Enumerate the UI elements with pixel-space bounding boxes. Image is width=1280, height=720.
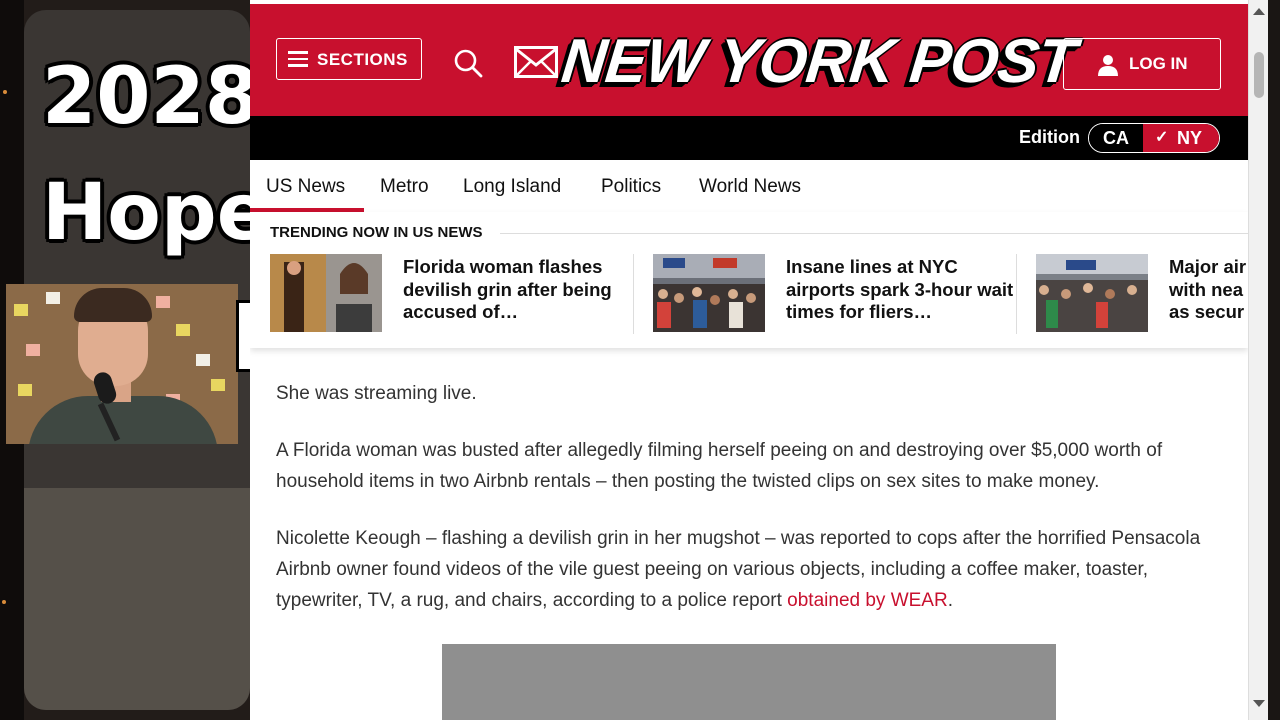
sticky-note [14,304,28,316]
edition-toggle: CA ✓ NY [1088,123,1220,153]
trending-headline[interactable]: Major air with nea as secur [1169,256,1249,324]
trending-separator [633,254,634,334]
overlay-title-fragment [236,300,250,372]
trending-strip: TRENDING NOW IN US NEWS Florida woman fl… [250,212,1248,348]
article-paragraph: A Florida woman was busted after alleged… [276,440,1163,492]
search-icon[interactable] [453,48,483,78]
site-header: SECTIONS NEW YORK POST LOG IN [250,4,1248,116]
light-dot [3,90,7,94]
tab-metro[interactable]: Metro [380,176,429,198]
browser-page: SECTIONS NEW YORK POST LOG IN Edition CA [250,0,1268,720]
tab-us-news[interactable]: US News [266,176,345,198]
sticky-note [46,292,60,304]
overlay-background-edge-right [1268,0,1280,720]
tab-long-island[interactable]: Long Island [463,176,561,198]
trending-card[interactable]: Florida woman flashes devilish grin afte… [270,254,630,334]
article-body: She was streaming live. A Florida woman … [276,378,1226,642]
overlay-background-lower-tile [24,488,250,710]
edition-option-ny-label: NY [1177,128,1203,148]
site-logo[interactable]: NEW YORK POST [558,24,1079,100]
trending-card[interactable]: Insane lines at NYC airports spark 3-hou… [653,254,1013,334]
sticky-note [156,296,170,308]
article-paragraph-text: Nicolette Keough – flashing a devilish g… [276,528,1201,611]
scroll-up-icon[interactable] [1253,8,1265,15]
sticky-note [18,384,32,396]
overlay-title-line2: Hope [42,168,250,258]
mail-icon[interactable] [514,46,558,78]
tab-politics[interactable]: Politics [601,176,661,198]
article-paragraph: She was streaming live. [276,383,477,404]
scroll-down-icon[interactable] [1253,700,1265,707]
article-paragraph-end: . [947,590,953,611]
trending-thumbnail[interactable] [1036,254,1148,332]
trending-title: TRENDING NOW IN US NEWS [270,224,483,241]
article-image [442,644,1056,720]
tab-world-news[interactable]: World News [699,176,801,198]
scrollbar[interactable] [1248,0,1269,720]
scrollbar-thumb[interactable] [1254,52,1264,98]
stream-overlay-panel: 2028 Hope [0,0,250,720]
trending-thumbnail[interactable] [653,254,765,332]
user-icon [1098,55,1118,76]
person-hair [74,288,152,322]
sticky-note [176,324,190,336]
edition-option-ca[interactable]: CA [1089,124,1143,152]
trending-headline[interactable]: Florida woman flashes devilish grin afte… [403,256,633,324]
trending-divider-rule [500,233,1248,234]
trending-thumbnail[interactable] [270,254,382,332]
sections-button[interactable]: SECTIONS [276,38,422,80]
sections-label: SECTIONS [317,50,408,69]
article-paragraph: Nicolette Keough – flashing a devilish g… [276,523,1226,616]
trending-card[interactable]: Major air with nea as secur [1036,254,1248,334]
trending-headline[interactable]: Insane lines at NYC airports spark 3-hou… [786,256,1016,324]
edition-label: Edition [1019,127,1080,147]
webcam-feed [6,284,238,444]
login-label: LOG IN [1129,54,1188,73]
edition-option-ny[interactable]: ✓ NY [1143,124,1219,152]
trending-separator [1016,254,1017,334]
source-link[interactable]: obtained by WEAR [787,590,948,611]
hamburger-icon [288,51,308,67]
sticky-note [196,354,210,366]
login-button[interactable]: LOG IN [1063,38,1221,90]
checkmark-icon: ✓ [1155,129,1169,146]
light-dot [2,600,6,604]
overlay-title-line1: 2028 [42,52,250,142]
edition-bar: Edition CA ✓ NY [250,116,1248,160]
section-nav: US News Metro Long Island Politics World… [250,160,1248,213]
sticky-note [211,379,225,391]
sticky-note [26,344,40,356]
